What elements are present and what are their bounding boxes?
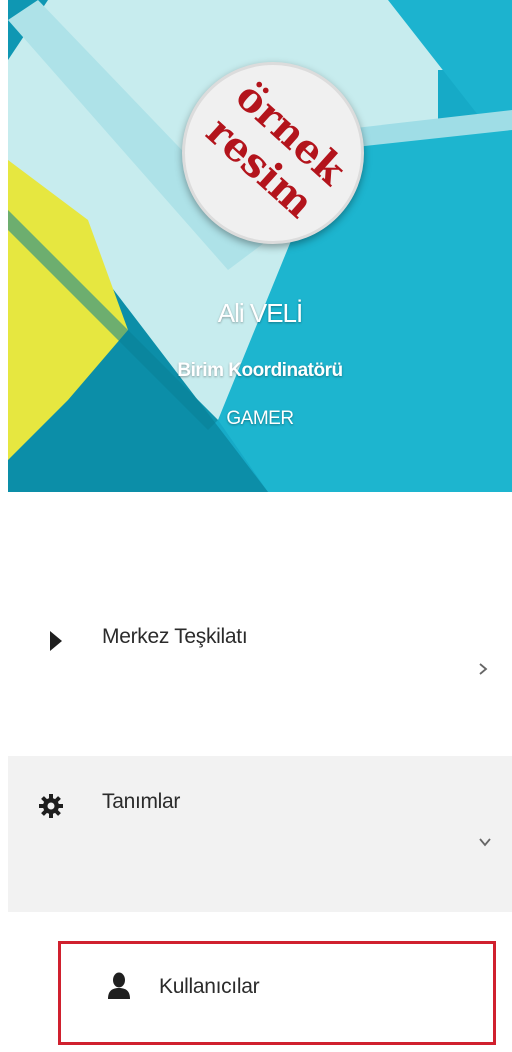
- avatar[interactable]: örnek resim: [182, 62, 364, 244]
- sidebar-item-label: Merkez Teşkilatı: [102, 625, 248, 648]
- user-icon: [107, 972, 131, 1005]
- gear-icon: [38, 793, 64, 824]
- user-name: Ali VELİ: [217, 298, 304, 328]
- sidebar-subitem-kullanicilar[interactable]: Kullanıcılar: [58, 941, 496, 1045]
- caret-right-icon: [48, 630, 64, 657]
- sidebar-item-merkez-teskilati[interactable]: Merkez Teşkilatı: [8, 598, 512, 708]
- sidebar-item-tanimlar[interactable]: Tanımlar: [8, 756, 512, 912]
- profile-header: örnek resim Ali VELİ Birim Koordinatörü …: [8, 0, 512, 492]
- chevron-right-icon: [478, 662, 488, 681]
- sidebar-item-label: Tanımlar: [102, 790, 181, 813]
- chevron-down-icon: [478, 834, 492, 852]
- user-organization: GAMER: [226, 408, 294, 429]
- sidebar-item-label: Kullanıcılar: [159, 975, 260, 998]
- sidebar-page: örnek resim Ali VELİ Birim Koordinatörü …: [0, 0, 512, 1052]
- avatar-placeholder-text: örnek resim: [185, 65, 361, 241]
- user-role: Birim Koordinatörü: [177, 360, 343, 381]
